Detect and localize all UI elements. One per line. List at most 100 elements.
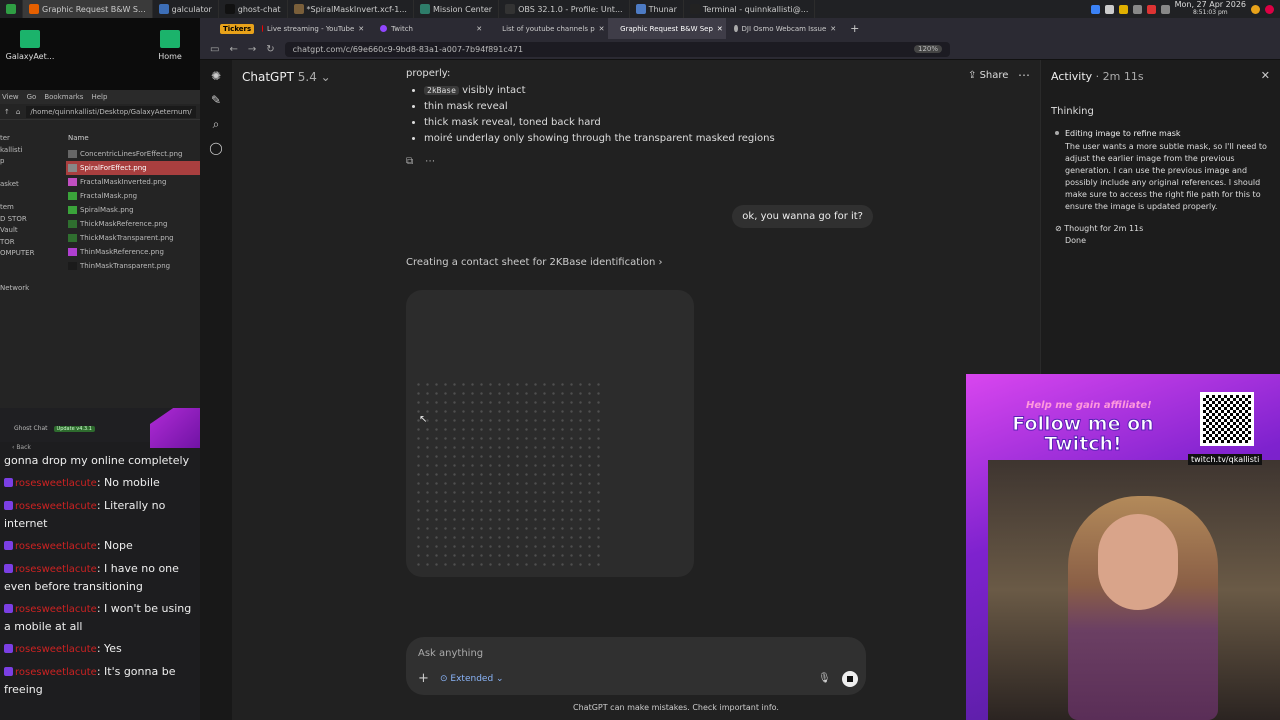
bullet-item: moiré underlay only showing through the … xyxy=(424,131,775,147)
reload-icon[interactable]: ↻ xyxy=(266,44,274,55)
sidebar-place[interactable] xyxy=(0,261,64,273)
notification-icon[interactable] xyxy=(1251,4,1260,14)
new-tab-button[interactable]: + xyxy=(844,22,865,35)
stream-webcam-overlay: Help me gain affiliate! Follow me on Twi… xyxy=(966,374,1280,720)
tray-icon[interactable] xyxy=(1104,4,1114,14)
file-item[interactable]: ThinMaskTransparent.png xyxy=(66,259,200,273)
sidebar-place[interactable] xyxy=(0,272,64,284)
sidebar-place[interactable] xyxy=(0,169,64,181)
file-item[interactable]: FractalMask.png xyxy=(66,189,200,203)
model-version: 5.4 xyxy=(297,70,317,84)
taskbar-item[interactable]: galculator xyxy=(153,0,219,18)
sidebar-toggle-icon[interactable]: ▭ xyxy=(210,44,219,55)
more-icon[interactable]: ⋯ xyxy=(425,156,435,167)
back-button[interactable]: ‹ Back xyxy=(12,444,31,451)
taskbar-item[interactable]: Mission Center xyxy=(414,0,500,18)
mic-icon[interactable] xyxy=(1146,4,1156,14)
file-name: ConcentricLinesForEffect.png xyxy=(80,150,183,158)
file-name: ThickMaskTransparent.png xyxy=(80,234,174,242)
share-button[interactable]: ⇪ Share xyxy=(968,70,1008,81)
generating-image-card xyxy=(406,290,694,577)
close-tab-icon[interactable]: ✕ xyxy=(830,25,836,33)
message-bullet-list: 2kBase visibly intact thin mask reveal thi… xyxy=(406,83,775,147)
taskbar-item[interactable]: OBS 32.1.0 - Profile: Unt... xyxy=(499,0,630,18)
zoom-level[interactable]: 120% xyxy=(913,45,942,53)
sidebar-place[interactable]: Vault xyxy=(0,226,64,238)
sidebar-place[interactable]: TOR xyxy=(0,238,64,250)
address-field[interactable]: chatgpt.com/c/69e660c9-9bd8-83a1-a007-7b… xyxy=(284,41,950,57)
sidebar-place[interactable]: tem xyxy=(0,203,64,215)
desktop-icon-galaxy[interactable]: GalaxyAet... xyxy=(0,30,60,61)
file-item[interactable]: ThickMaskTransparent.png xyxy=(66,231,200,245)
home-icon[interactable]: ⌂ xyxy=(16,108,20,116)
close-tab-icon[interactable]: ✕ xyxy=(717,25,723,33)
file-manager-menu: View Go Bookmarks Help xyxy=(0,90,200,104)
copy-icon[interactable]: ⧉ xyxy=(406,156,413,167)
browser-tab[interactable]: Graphic Request B&W Sep ✕ xyxy=(608,18,727,39)
check-circle-icon: ⊘ xyxy=(1055,224,1065,233)
search-icon[interactable]: ⌕ xyxy=(213,118,220,130)
taskbar-item[interactable]: Thunar xyxy=(630,0,684,18)
more-options-icon[interactable]: ⋯ xyxy=(1018,68,1030,82)
forward-icon[interactable]: → xyxy=(248,44,256,55)
sidebar-place[interactable]: OMPUTER xyxy=(0,249,64,261)
apps-menu-button[interactable] xyxy=(0,0,23,18)
close-icon[interactable]: ✕ xyxy=(1261,69,1270,82)
menu-item[interactable]: Help xyxy=(91,93,107,101)
browser-tab[interactable]: Twitch ✕ xyxy=(372,18,490,39)
sidebar-place[interactable]: p xyxy=(0,157,64,169)
taskbar-item[interactable]: Graphic Request B&W S... xyxy=(23,0,153,18)
back-icon[interactable]: ← xyxy=(229,44,237,55)
stop-generating-button[interactable] xyxy=(842,671,858,687)
file-item[interactable]: FractalMaskInverted.png xyxy=(66,175,200,189)
taskbar-item[interactable]: ghost-chat xyxy=(219,0,288,18)
plus-icon[interactable]: + xyxy=(418,671,429,686)
path-field[interactable]: /home/quinnkallisti/Desktop/GalaxyAetern… xyxy=(26,105,196,118)
prompt-input[interactable] xyxy=(418,648,818,659)
menu-item[interactable]: Go xyxy=(27,93,37,101)
sidebar-place[interactable]: asket xyxy=(0,180,64,192)
clock[interactable]: Mon, 27 Apr 2026 8:51:03 pm xyxy=(1175,1,1246,17)
extended-label: Extended xyxy=(450,674,494,684)
tickers-button[interactable]: Tickers xyxy=(220,23,255,34)
sidebar-place[interactable] xyxy=(0,192,64,204)
browser-tab[interactable]: List of youtube channels p ✕ xyxy=(490,18,608,39)
file-item[interactable]: SpiralMask.png xyxy=(66,203,200,217)
file-item[interactable]: SpiralForEffect.png xyxy=(66,161,200,175)
network-icon[interactable] xyxy=(1132,4,1142,14)
chat-bubble-icon[interactable]: ◯ xyxy=(209,142,222,154)
taskbar-item[interactable]: *SpiralMaskInvert.xcf-1... xyxy=(288,0,414,18)
power-icon[interactable] xyxy=(1265,4,1274,14)
menu-item[interactable]: Bookmarks xyxy=(44,93,83,101)
close-tab-icon[interactable]: ✕ xyxy=(358,25,364,33)
file-item[interactable]: ThickMaskReference.png xyxy=(66,217,200,231)
chatgpt-logo-icon[interactable]: ✺ xyxy=(211,70,221,82)
file-item[interactable]: ThinMaskReference.png xyxy=(66,245,200,259)
inline-code: 2kBase xyxy=(424,86,459,95)
microphone-icon[interactable]: 🎙 xyxy=(818,673,831,684)
desktop-icon-home[interactable]: Home xyxy=(140,30,200,61)
extended-thinking-toggle[interactable]: ⊙ Extended ⌄ xyxy=(440,674,504,684)
browser-tab[interactable]: DJI Osmo Webcam Issue ✕ xyxy=(726,18,844,39)
file-name: SpiralMask.png xyxy=(80,206,134,214)
taskbar-item[interactable]: Terminal - quinnkallisti@... xyxy=(684,0,816,18)
sidebar-place[interactable]: D STOR xyxy=(0,215,64,227)
close-tab-icon[interactable]: ✕ xyxy=(476,25,482,33)
name-column-header[interactable]: Name xyxy=(66,134,200,147)
contact-sheet-status[interactable]: Creating a contact sheet for 2KBase iden… xyxy=(406,257,663,268)
menu-item[interactable]: View xyxy=(2,93,19,101)
sidebar-place[interactable]: kallisti xyxy=(0,146,64,158)
tray-icon[interactable] xyxy=(1118,4,1128,14)
step-text: The user wants a more subtle mask, so I'… xyxy=(1065,142,1267,211)
close-tab-icon[interactable]: ✕ xyxy=(599,25,605,33)
volume-icon[interactable] xyxy=(1160,4,1170,14)
sidebar-place[interactable]: Network xyxy=(0,284,64,296)
new-chat-icon[interactable]: ✎ xyxy=(211,94,221,106)
model-selector[interactable]: ChatGPT 5.4 ⌄ xyxy=(242,70,331,84)
tray-icon[interactable] xyxy=(1090,4,1100,14)
update-badge[interactable]: Update v4.3.1 xyxy=(53,425,95,432)
file-item[interactable]: ConcentricLinesForEffect.png xyxy=(66,147,200,161)
browser-tab[interactable]: Live streaming - YouTube ✕ xyxy=(254,18,372,39)
up-arrow-icon[interactable]: ↑ xyxy=(4,108,10,116)
sidebar-place[interactable]: ter xyxy=(0,134,64,146)
